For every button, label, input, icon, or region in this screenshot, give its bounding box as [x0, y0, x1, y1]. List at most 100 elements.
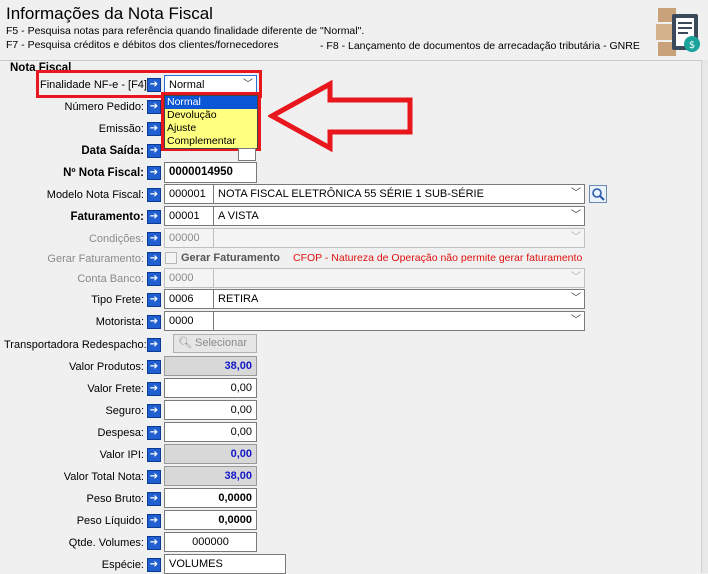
faturamento-label: Faturamento:	[70, 211, 144, 223]
peso-bruto-input[interactable]: 0,0000	[164, 488, 257, 508]
seguro-input[interactable]: 0,00	[164, 400, 257, 420]
qtde-volumes-arrow-button[interactable]: ➔	[147, 536, 161, 550]
faturamento-arrow-button[interactable]: ➔	[147, 210, 161, 224]
despesa-input[interactable]: 0,00	[164, 422, 257, 442]
conta-banco-code-input[interactable]: 0000	[164, 268, 214, 288]
peso-bruto-label: Peso Bruto:	[86, 493, 144, 505]
emissao-arrow-button[interactable]: ➔	[147, 122, 161, 136]
transportadora-arrow-button[interactable]: ➔	[147, 338, 161, 352]
hint-f7: F7 - Pesquisa créditos e débitos dos cli…	[6, 39, 279, 51]
nota-fiscal-input[interactable]: 0000014950	[164, 162, 257, 183]
motorista-label: Motorista:	[95, 316, 144, 328]
faturamento-value: A VISTA	[218, 210, 259, 222]
gerar-faturamento-arrow-button[interactable]: ➔	[147, 252, 161, 266]
despesa-arrow-button[interactable]: ➔	[147, 426, 161, 440]
finalidade-dropdown: Normal Devolução Ajuste Complementar	[164, 95, 258, 149]
valor-frete-input[interactable]: 0,00	[164, 378, 257, 398]
peso-liquido-arrow-button[interactable]: ➔	[147, 514, 161, 528]
motorista-code-input[interactable]: 0000	[164, 311, 214, 331]
red-arrow-annotation	[268, 79, 413, 153]
chevron-down-icon[interactable]: ﹀	[571, 290, 581, 308]
data-saida-calendar-button[interactable]	[238, 148, 256, 161]
valor-total-input: 38,00	[164, 466, 257, 486]
valor-produtos-arrow-button[interactable]: ➔	[147, 360, 161, 374]
gerar-faturamento-label: Gerar Faturamento:	[47, 253, 144, 265]
chevron-down-icon[interactable]: ﹀	[571, 207, 581, 225]
peso-liquido-input[interactable]: 0,0000	[164, 510, 257, 530]
option-ajuste[interactable]: Ajuste	[165, 122, 257, 135]
selecionar-label: Selecionar	[195, 337, 248, 349]
condicoes-arrow-button[interactable]: ➔	[147, 232, 161, 246]
tipo-frete-arrow-button[interactable]: ➔	[147, 293, 161, 307]
hint-f5: F5 - Pesquisa notas para referência quan…	[6, 25, 365, 37]
valor-produtos-label: Valor Produtos:	[68, 361, 144, 373]
option-complementar[interactable]: Complementar	[165, 135, 257, 148]
faturamento-select[interactable]: A VISTA ﹀	[213, 206, 585, 226]
vertical-scrollbar[interactable]	[701, 60, 708, 573]
invoice-logo-icon: $	[654, 6, 704, 58]
gerar-faturamento-checkbox[interactable]	[165, 252, 177, 264]
faturamento-code-input[interactable]: 00001	[164, 206, 214, 226]
chevron-down-icon[interactable]: ﹀	[571, 312, 581, 330]
svg-text:$: $	[689, 40, 695, 51]
emissao-label: Emissão:	[98, 123, 144, 135]
option-normal[interactable]: Normal	[165, 96, 257, 109]
gerar-faturamento-check-label: Gerar Faturamento	[181, 252, 281, 264]
peso-bruto-arrow-button[interactable]: ➔	[147, 492, 161, 506]
despesa-label: Despesa:	[97, 427, 144, 439]
chevron-down-icon[interactable]: ﹀	[571, 185, 581, 203]
finalidade-label: Finalidade NF-e - [F4]:	[40, 79, 151, 91]
search-icon: 🔍︎	[178, 337, 192, 349]
conta-banco-arrow-button[interactable]: ➔	[147, 272, 161, 286]
valor-total-arrow-button[interactable]: ➔	[147, 470, 161, 484]
page-title: Informações da Nota Fiscal	[6, 4, 213, 23]
search-icon[interactable]	[589, 185, 607, 203]
finalidade-arrow-button[interactable]: ➔	[147, 78, 161, 92]
modelo-select[interactable]: NOTA FISCAL ELETRÔNICA 55 SÉRIE 1 SUB-SÉ…	[213, 184, 585, 204]
qtde-volumes-input[interactable]: 000000	[164, 532, 257, 552]
valor-produtos-input: 38,00	[164, 356, 257, 376]
especie-arrow-button[interactable]: ➔	[147, 558, 161, 572]
numero-pedido-arrow-button[interactable]: ➔	[147, 100, 161, 114]
condicoes-code-input[interactable]: 00000	[164, 228, 214, 248]
motorista-arrow-button[interactable]: ➔	[147, 315, 161, 329]
tipo-frete-value: RETIRA	[218, 293, 259, 305]
chevron-down-icon[interactable]: ﹀	[571, 269, 581, 287]
tipo-frete-code-input[interactable]: 0006	[164, 289, 214, 309]
finalidade-value: Normal	[169, 79, 205, 91]
modelo-value: NOTA FISCAL ELETRÔNICA 55 SÉRIE 1 SUB-SÉ…	[218, 188, 484, 200]
seguro-label: Seguro:	[105, 405, 144, 417]
data-saida-arrow-button[interactable]: ➔	[147, 144, 161, 158]
especie-label: Espécie:	[101, 559, 144, 571]
conta-banco-label: Conta Banco:	[77, 273, 144, 285]
modelo-label: Modelo Nota Fiscal:	[46, 189, 144, 201]
valor-total-label: Valor Total Nota:	[63, 471, 144, 483]
especie-input[interactable]: VOLUMES	[164, 554, 286, 574]
modelo-arrow-button[interactable]: ➔	[147, 188, 161, 202]
tipo-frete-label: Tipo Frete:	[91, 294, 144, 306]
valor-ipi-input: 0,00	[164, 444, 257, 464]
numero-pedido-label: Número Pedido:	[64, 101, 145, 113]
condicoes-select[interactable]: ﹀	[213, 228, 585, 248]
gerar-faturamento-warning: CFOP - Natureza de Operação não permite …	[293, 252, 583, 264]
option-devolucao[interactable]: Devolução	[165, 109, 257, 122]
valor-frete-arrow-button[interactable]: ➔	[147, 382, 161, 396]
nota-fiscal-label: Nº Nota Fiscal:	[63, 167, 144, 179]
data-saida-label: Data Saída:	[81, 145, 144, 157]
peso-liquido-label: Peso Líquido:	[76, 515, 144, 527]
valor-ipi-label: Valor IPI:	[99, 449, 144, 461]
condicoes-label: Condições:	[88, 233, 144, 245]
qtde-volumes-label: Qtde. Volumes:	[68, 537, 144, 549]
conta-banco-select[interactable]: ﹀	[213, 268, 585, 288]
hint-f8: - F8 - Lançamento de documentos de arrec…	[320, 40, 640, 52]
modelo-code-input[interactable]: 000001	[164, 184, 214, 204]
chevron-down-icon[interactable]: ﹀	[571, 229, 581, 247]
tipo-frete-select[interactable]: RETIRA ﹀	[213, 289, 585, 309]
valor-ipi-arrow-button[interactable]: ➔	[147, 448, 161, 462]
selecionar-button[interactable]: 🔍︎ Selecionar	[173, 334, 257, 353]
transportadora-label: Transportadora Redespacho:	[4, 339, 147, 351]
seguro-arrow-button[interactable]: ➔	[147, 404, 161, 418]
valor-frete-label: Valor Frete:	[87, 383, 144, 395]
nota-fiscal-arrow-button[interactable]: ➔	[147, 166, 161, 180]
motorista-select[interactable]: ﹀	[213, 311, 585, 331]
